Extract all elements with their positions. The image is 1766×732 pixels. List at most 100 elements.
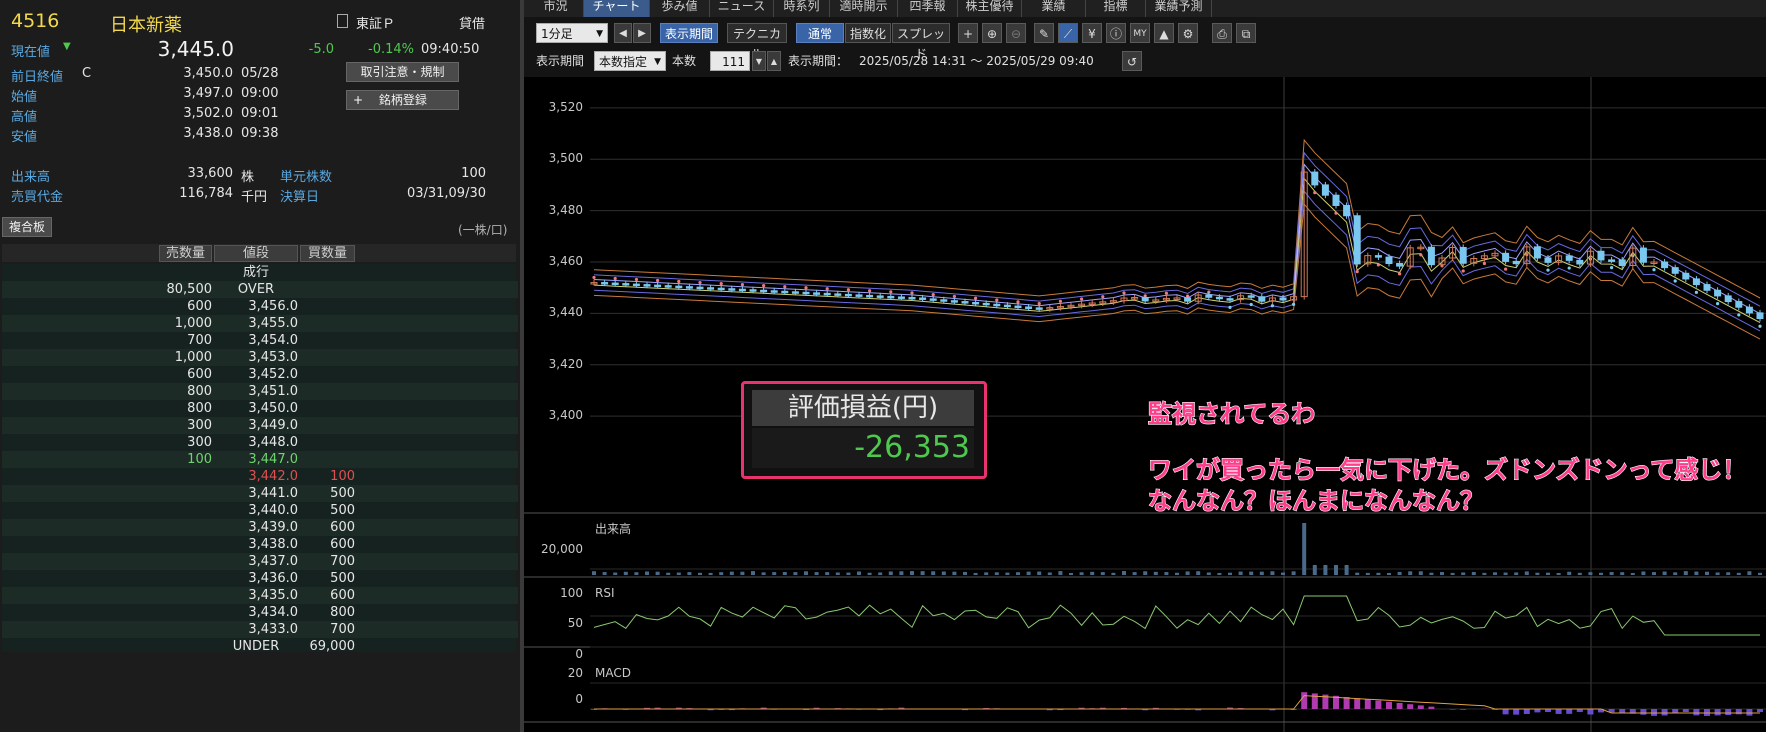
board-row[interactable]: 3,434.0 800 bbox=[2, 604, 518, 621]
current-price-label: 現在値 bbox=[11, 45, 51, 60]
yen-icon[interactable]: ¥ bbox=[1082, 23, 1102, 43]
candle-body bbox=[611, 282, 619, 286]
volume-bar bbox=[1143, 571, 1148, 575]
board-row[interactable]: 800 3,451.0 bbox=[2, 383, 518, 400]
board-row[interactable]: 3,439.0 600 bbox=[2, 519, 518, 536]
tab-3[interactable]: ニュース bbox=[710, 0, 774, 17]
candle-body bbox=[1226, 298, 1234, 301]
restrictions-button[interactable]: 取引注意・規制 bbox=[346, 62, 459, 82]
technical-button[interactable]: テクニカル bbox=[727, 23, 787, 61]
price-tick: 3,500 bbox=[548, 151, 583, 166]
board-row[interactable]: 1,000 3,455.0 bbox=[2, 315, 518, 332]
board-row[interactable]: 700 3,454.0 bbox=[2, 332, 518, 349]
price-tick: 3,520 bbox=[548, 99, 583, 114]
volume-bar bbox=[857, 571, 861, 575]
volume-bar bbox=[1524, 571, 1529, 575]
area-chart-icon[interactable]: ▲ bbox=[1154, 23, 1174, 43]
board-row[interactable]: UNDER 69,000 bbox=[2, 638, 518, 655]
volume-bar bbox=[761, 572, 766, 575]
interval-select[interactable]: 1分足 ▼ bbox=[536, 23, 608, 43]
print-icon[interactable]: ⎙ bbox=[1212, 23, 1232, 43]
sar-dot bbox=[1419, 253, 1423, 257]
next-arrow-button[interactable]: ▶ bbox=[633, 23, 651, 43]
reset-period-icon[interactable]: ↺ bbox=[1122, 51, 1142, 71]
board-row[interactable]: 80,500 OVER bbox=[2, 281, 518, 298]
display-period-button[interactable]: 表示期間 bbox=[660, 23, 718, 43]
tab-9[interactable]: 指標 bbox=[1086, 0, 1146, 17]
turnover-unit: 千円 bbox=[241, 190, 268, 205]
candle-body bbox=[1618, 259, 1626, 267]
spread-button[interactable]: スプレッド bbox=[892, 23, 950, 61]
tab-7[interactable]: 株主優待 bbox=[958, 0, 1022, 17]
board-row[interactable]: 600 3,452.0 bbox=[2, 366, 518, 383]
tab-4[interactable]: 時系列 bbox=[774, 0, 830, 17]
board-row[interactable]: 100 3,447.0 bbox=[2, 451, 518, 468]
tab-2[interactable]: 歩み値 bbox=[650, 0, 710, 17]
board-row[interactable]: 3,438.0 600 bbox=[2, 536, 518, 553]
zoom-in-icon[interactable]: ⊕ bbox=[982, 23, 1002, 43]
trend-line-icon[interactable]: ⟋ bbox=[1058, 23, 1078, 43]
zoom-out-icon[interactable]: ⊖ bbox=[1006, 23, 1026, 43]
popout-window-icon[interactable]: ⧉ bbox=[1236, 23, 1256, 43]
board-price: 3,448.0 bbox=[248, 435, 298, 450]
document-icon[interactable] bbox=[337, 14, 348, 28]
info-icon[interactable]: ⓘ bbox=[1106, 23, 1126, 43]
board-row[interactable]: 3,435.0 600 bbox=[2, 587, 518, 604]
macd-bar bbox=[1682, 709, 1689, 713]
candle-body bbox=[770, 290, 778, 293]
candle-body bbox=[728, 288, 736, 291]
board-row[interactable]: 800 3,450.0 bbox=[2, 400, 518, 417]
tab-5[interactable]: 適時開示 bbox=[830, 0, 898, 17]
volume-bar bbox=[1630, 572, 1635, 575]
board-sell-qty: 800 bbox=[187, 401, 212, 416]
volume-bar bbox=[1291, 571, 1296, 575]
quote-row-time: 09:00 bbox=[241, 86, 279, 101]
period-mode-select[interactable]: 本数指定 ▼ bbox=[594, 51, 666, 71]
candle-body bbox=[1724, 295, 1732, 303]
board-row[interactable]: 300 3,449.0 bbox=[2, 417, 518, 434]
volume-bar bbox=[1387, 572, 1391, 575]
candle-body bbox=[876, 295, 884, 298]
tab-0[interactable]: 市況 bbox=[528, 0, 584, 17]
chevron-down-icon: ▼ bbox=[654, 57, 661, 67]
prev-arrow-button[interactable]: ◀ bbox=[614, 23, 632, 43]
tab-10[interactable]: 業績予測 bbox=[1146, 0, 1212, 17]
volume-bar bbox=[835, 572, 840, 575]
stock-code: 4516 bbox=[11, 10, 60, 32]
chart-area[interactable]: 3,520 3,500 3,480 3,460 3,440 3,420 3,400 出来高 … bbox=[524, 77, 1766, 732]
tab-8[interactable]: 業績 bbox=[1022, 0, 1086, 17]
candle-body bbox=[1332, 194, 1340, 206]
quote-row-value: 3,450.0 bbox=[183, 66, 233, 81]
normal-button[interactable]: 通常 bbox=[796, 23, 844, 43]
board-row[interactable]: 3,442.0 100 bbox=[2, 468, 518, 485]
pencil-icon[interactable]: ✎ bbox=[1034, 23, 1054, 43]
sar-dot bbox=[1610, 266, 1614, 270]
register-stock-button[interactable]: + 銘柄登録 bbox=[346, 90, 459, 110]
quote-row-value: 3,497.0 bbox=[183, 86, 233, 101]
board-row[interactable]: 3,433.0 700 bbox=[2, 621, 518, 638]
board-row[interactable]: 3,437.0 700 bbox=[2, 553, 518, 570]
count-input[interactable]: 111 bbox=[710, 51, 750, 71]
board-price: 3,442.0 bbox=[248, 469, 298, 484]
macd-bar bbox=[1672, 709, 1679, 713]
board-row[interactable]: 600 3,456.0 bbox=[2, 298, 518, 315]
tab-6[interactable]: 四季報 bbox=[898, 0, 958, 17]
board-row[interactable]: 3,436.0 500 bbox=[2, 570, 518, 587]
count-up-icon[interactable]: ▲ bbox=[767, 51, 781, 71]
board-row[interactable]: 300 3,448.0 bbox=[2, 434, 518, 451]
chart-svg[interactable] bbox=[524, 77, 1766, 732]
rsi-tick: 50 bbox=[567, 616, 583, 630]
board-row[interactable]: 3,440.0 500 bbox=[2, 502, 518, 519]
board-price: 3,436.0 bbox=[248, 571, 298, 586]
board-row[interactable]: 1,000 3,453.0 bbox=[2, 349, 518, 366]
settings-wrench-icon[interactable]: ⚙ bbox=[1178, 23, 1198, 43]
my-indicator-icon[interactable]: MY bbox=[1130, 23, 1150, 43]
tab-composite-board[interactable]: 複合板 bbox=[2, 217, 52, 237]
crosshair-icon[interactable]: + bbox=[958, 23, 978, 43]
candle-body bbox=[749, 289, 757, 292]
index-button[interactable]: 指数化 bbox=[845, 23, 891, 43]
board-row[interactable]: 3,441.0 500 bbox=[2, 485, 518, 502]
count-down-icon[interactable]: ▼ bbox=[752, 51, 766, 71]
tab-1[interactable]: チャート bbox=[584, 0, 650, 17]
board-row[interactable]: 成行 bbox=[2, 264, 518, 281]
